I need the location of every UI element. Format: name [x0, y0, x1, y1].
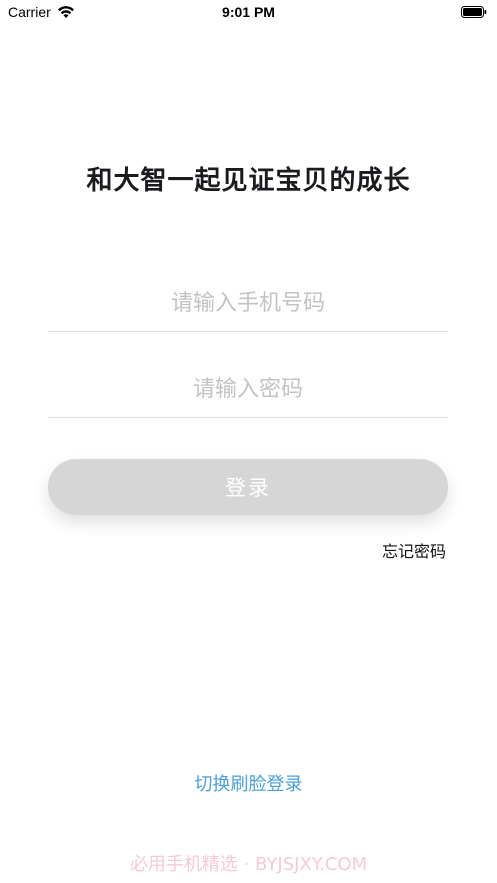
page-title: 和大智一起见证宝贝的成长: [86, 166, 411, 196]
status-time: 9:01 PM: [222, 4, 275, 20]
status-bar: Carrier 9:01 PM: [0, 0, 497, 28]
login-button[interactable]: 登录: [48, 459, 448, 515]
forgot-password-link[interactable]: 忘记密码: [382, 538, 446, 562]
password-input[interactable]: [48, 362, 448, 418]
phone-number-input[interactable]: [48, 276, 448, 332]
watermark: 必用手机精选 · BYJSJXY.COM: [129, 854, 368, 875]
battery-icon: [461, 6, 487, 18]
face-login-link[interactable]: 切换刷脸登录: [0, 770, 497, 796]
